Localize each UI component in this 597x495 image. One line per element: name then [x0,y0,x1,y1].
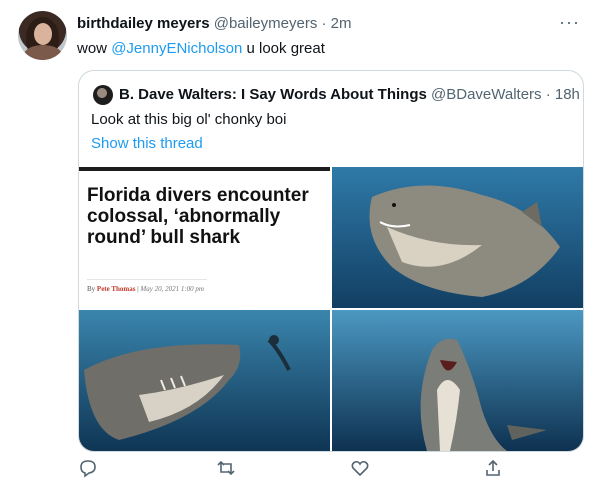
tweet: birthdailey meyers @baileymeyers · 2m ··… [0,0,597,495]
article-author: Pete Thomas [96,285,136,293]
shark-photo-1[interactable] [332,167,583,308]
tweet-text: wow @JennyENicholson u look great [77,40,325,57]
tweet-actions [78,458,588,484]
article-headline: Florida divers encounter colossal, ‘abno… [87,185,309,248]
like-icon[interactable] [350,458,372,480]
mention-link[interactable]: @JennyENicholson [111,40,242,57]
retweet-icon[interactable] [216,458,238,480]
quoted-avatar[interactable] [93,85,113,105]
author-name[interactable]: birthdailey meyers [77,15,210,32]
shark-photo-2[interactable] [79,310,330,451]
quoted-tweet[interactable]: B. Dave Walters: I Say Words About Thing… [78,70,584,452]
separator: · [321,15,327,32]
share-icon[interactable] [483,458,505,480]
byline-prefix: By [87,285,97,293]
article-date: May 20, 2021 1:00 pm [140,285,204,293]
avatar[interactable] [18,11,67,60]
author-handle[interactable]: @baileymeyers [214,15,318,32]
text-suffix: u look great [242,40,325,57]
quoted-separator: · [545,86,551,103]
quoted-header: B. Dave Walters: I Say Words About Thing… [119,86,580,103]
timestamp[interactable]: 2m [331,15,352,32]
more-options-icon[interactable]: ··· [559,12,580,33]
tweet-header: birthdailey meyers @baileymeyers · 2m [77,15,352,32]
text-prefix: wow [77,40,112,57]
reply-icon[interactable] [78,458,100,480]
article-screenshot-image[interactable]: Florida divers encounter colossal, ‘abno… [79,167,330,308]
media-grid: Florida divers encounter colossal, ‘abno… [79,167,583,451]
quoted-text: Look at this big ol' chonky boi [91,111,287,128]
show-thread-link[interactable]: Show this thread [91,135,203,152]
article-byline: By Pete Thomas | May 20, 2021 1:00 pm [87,285,204,293]
quoted-timestamp[interactable]: 18h [555,86,580,103]
quoted-author-handle[interactable]: @BDaveWalters [431,86,542,103]
shark-photo-3[interactable] [332,310,583,451]
quoted-author-name[interactable]: B. Dave Walters: I Say Words About Thing… [119,86,427,103]
